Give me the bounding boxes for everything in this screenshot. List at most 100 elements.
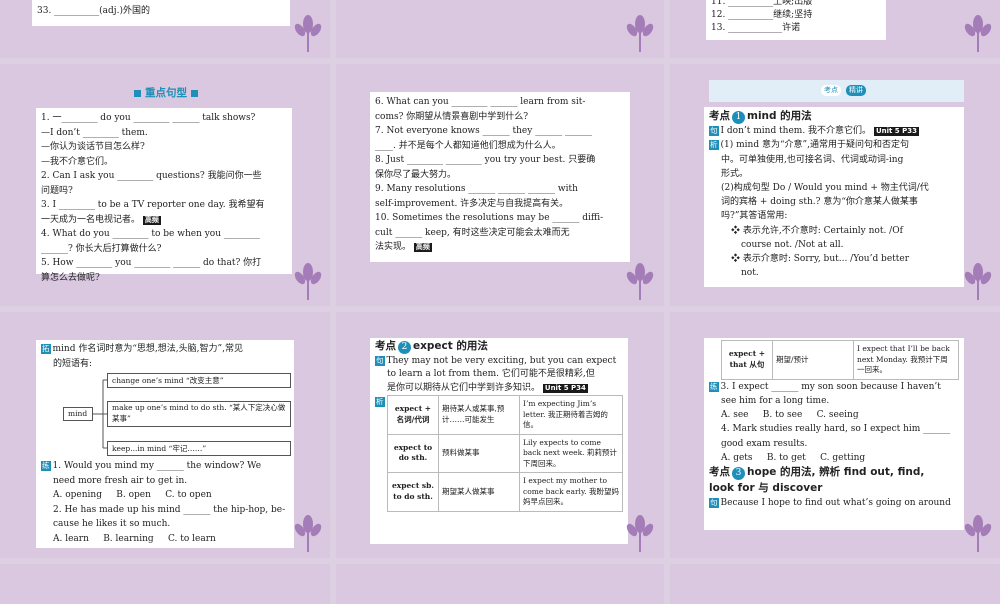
sentence-line: 算怎么去做呢? [41,272,100,283]
slide-1-text-card: 33. __________(adj.)外国的 [32,0,290,26]
table-cell: 预料做某事 [438,433,520,473]
example-sentence: to learn a lot from them. 它们可能不是很精彩,但 [387,369,595,379]
sentence-line: cult ______ keep, 有时这些决定可能会太难而无 [375,227,570,238]
analysis-line: 吗?”其答语常用: [721,211,788,222]
key-point-banner: 考点 精讲 [709,80,964,102]
banner-label-jingjiang: 精讲 [846,85,866,96]
table-cell: 期望/预计 [772,340,854,380]
exercise-line: 4. Mark studies really hard, so I expect… [721,424,951,435]
example-sentence: 句 Because I hope to find out what’s going… [709,496,959,510]
analysis-marker: 析 [375,397,385,407]
table-row: expect + 名词/代词 期待某人或某事,预计……可能发生 I’m expe… [387,395,623,435]
slide-12 [670,564,1000,604]
unit-tag: Unit 5 P33 [873,127,919,137]
expect-that-clause-table: expect + that 从句 期望/预计 I expect that I’l… [721,340,959,380]
example-text: I don’t mind them. 我不介意它们。 [720,126,872,137]
key-point-number: 2 [398,341,411,354]
analysis-block: 析 expect + 名词/代词 期待某人或某事,预计……可能发生 I’m ex… [375,395,623,512]
example-text: 是你可以期待从它们中学到许多知识。 [387,382,541,393]
exercise-line: 练 1. Would you mind my ______ the window?… [41,459,289,474]
slide-5-text-card: 6. What can you ________ ______ learn fr… [370,92,630,262]
sentence-line: 一天成为一名电视记者。 高频 [41,213,287,228]
exercise-line: see him for a long time. [721,395,830,406]
slide-7-text-card: 拓 mind 作名词时意为“思想,想法,头脑,智力”,常见 的短语有: mind … [36,340,294,548]
sentence-marker: 句 [375,355,385,366]
practice-marker: 练 [41,461,51,471]
flower-ornament-icon [626,515,654,552]
table-row: expect + that 从句 期望/预计 I expect that I’l… [721,340,959,380]
sentence-line: 10. Sometimes the resolutions may be ___… [375,213,604,223]
flower-ornament-icon [626,15,654,52]
sentence-line: coms? 你期望从情景喜剧中学到什么? [375,111,529,122]
exercise-line: A. learn B. learning C. to learn [53,533,216,544]
flower-ornament-icon [294,515,322,552]
example-sentence: 是你可以期待从它们中学到许多知识。 Unit 5 P34 [375,382,623,396]
slide-3-line: 13. ____________许诺 [711,23,801,33]
analysis-line: 形式。 [721,168,749,179]
slide-3-line: 12. __________继续;坚持 [711,10,813,20]
table-cell: expect + that 从句 [721,340,773,380]
slide-1-line: 33. __________(adj.)外国的 [37,6,150,16]
key-point-number: 1 [732,111,745,124]
flower-ornament-icon [294,15,322,52]
key-point-label: 考点 [375,340,396,352]
slide-2 [336,0,664,58]
sentence-line: 8. Just ________ ________ you try your b… [375,155,596,165]
expect-usage-table: expect + 名词/代词 期待某人或某事,预计……可能发生 I’m expe… [387,395,623,512]
analysis-line: 词的宾格 + doing sth.? 意为“你介意某人做某事 [721,197,918,208]
key-point-heading: hope 的用法, 辨析 find out, find, [747,466,925,479]
slide-1: 33. __________(adj.)外国的 [0,0,330,58]
analysis-line: (2)构成句型 Do / Would you mind + 物主代词/代 [721,183,929,194]
exercise-line: A. opening B. open C. to open [53,490,212,500]
phrase-box: make up one’s mind to do sth. “某人下定决心做某事… [107,401,291,427]
example-text: They may not be very exciting, but you c… [386,355,617,366]
sentence-line: —我不介意它们。 [41,156,114,167]
slide-6-text-card: 考点 1 mind 的用法 句I don’t mind them. 我不介意它们。 … [704,107,964,287]
key-point-number: 3 [732,467,745,481]
sentence-line: —你认为谈话节目怎么样? [41,142,145,152]
flower-ornament-icon [294,263,322,300]
extension-line: 拓 mind 作名词时意为“思想,想法,头脑,智力”,常见 [41,342,289,357]
example-text: Because I hope to find out what’s going … [720,497,951,508]
analysis-line: ❖ 表示介意时: Sorry, but... /You’d better [731,254,910,265]
key-point-title: look for 与 discover [709,481,959,496]
sentence-line: 9. Many resolutions ______ ______ ______… [375,184,578,194]
sentence-marker: 句 [709,497,719,508]
extension-marker: 拓 [41,344,51,354]
phrase-box: keep...in mind “牢记……” [107,441,291,456]
sentence-line: ______? 你长大后打算做什么? [41,243,162,254]
table-cell: Lily expects to come back next week. 莉莉预… [519,433,623,473]
exercise-text: 3. I expect ______ my son soon because I… [720,381,941,392]
slide-11 [336,564,664,604]
sentence-line: 保你尽了最大努力。 [375,169,457,180]
table-row: expect sb. to do sth. 期望某人做某事 I expect m… [387,472,623,512]
exercise-line: A. gets B. to get C. getting [721,452,866,463]
extension-line: 的短语有: [53,358,93,369]
sentence-line: 法实现。 高频 [375,240,625,255]
table-cell: I’m expecting Jim’s letter. 我正期待着吉姆的信。 [519,395,623,435]
exercise-line: cause he likes it so much. [53,519,171,529]
extension-text: mind 作名词时意为“思想,想法,头脑,智力”,常见 [52,344,243,354]
sentence-line: 6. What can you ________ ______ learn fr… [375,97,586,107]
exercise-text: 1. Would you mind my ______ the window? … [52,461,262,471]
sentence-line: 1. 一________ do you ________ ______ talk… [41,113,256,123]
sentence-line: 3. I ________ to be a TV reporter one da… [41,200,265,210]
frequency-tag: 高频 [142,215,161,225]
sentence-marker: 句 [709,126,719,137]
flower-ornament-icon [964,263,992,300]
sentence-line-text: 法实现。 [375,242,412,252]
sentence-line: —I don’t ________ them. [41,127,148,138]
sentence-line: 问题吗? [41,185,73,196]
sentence-line: 7. Not everyone knows ______ they ______… [375,126,593,136]
slide-10 [0,564,330,604]
analysis-line: not. [741,268,759,279]
key-point-title: 考点 2 expect 的用法 [375,340,623,355]
mind-word-box: mind [63,407,93,421]
analysis-line: 析 (1) mind 意为“介意”,通常用于疑问句和否定句 [709,138,959,152]
analysis-line: 中。可单独使用,也可接名词、代词或动词-ing [721,154,904,165]
sentence-line: self-improvement. 许多决定与自我提高有关。 [375,198,569,209]
table-cell: I expect my mother to come back early. 我… [519,472,623,512]
table-cell: 期望某人做某事 [438,472,520,512]
phrase-box: change one’s mind “改变主意” [107,373,291,388]
flower-ornament-icon [964,515,992,552]
